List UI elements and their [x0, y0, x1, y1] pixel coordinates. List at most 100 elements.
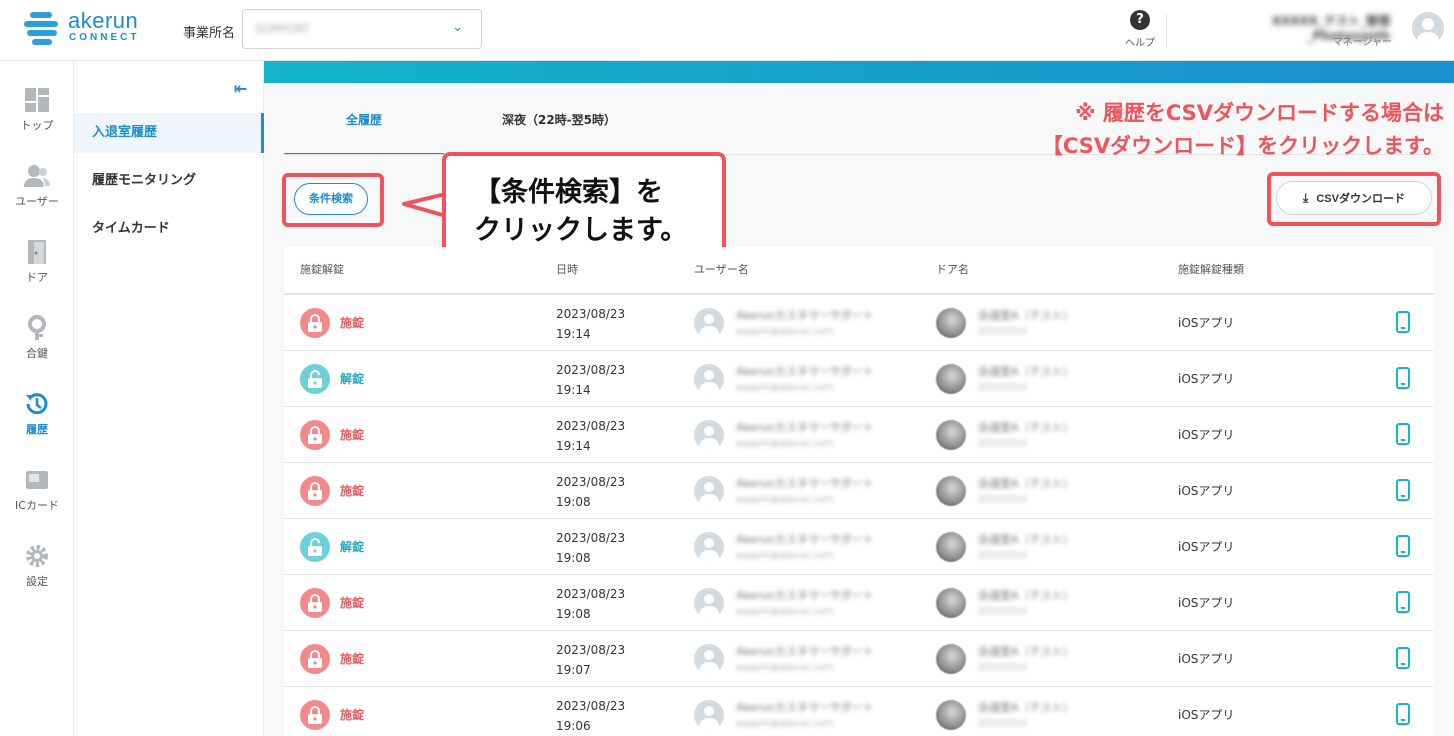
lock-kind: iOSアプリ [1178, 652, 1235, 666]
user-email-cell: support@akerun.com [736, 439, 833, 449]
lock-icon [300, 476, 330, 506]
date: 2023/08/23 [556, 475, 626, 489]
table-row[interactable]: 解錠 2023/08/23 19:14 Akerunカスタマーサポート support@… [284, 351, 1434, 407]
user-avatar [694, 364, 724, 394]
user-role: マネージャー [1332, 37, 1392, 48]
users-icon [24, 165, 50, 187]
door-image [936, 420, 966, 450]
time: 19:14 [556, 327, 591, 341]
rail-item-users[interactable]: ユーザー [0, 151, 74, 221]
rail-item-keys[interactable]: 合鍵 [0, 303, 74, 373]
smartphone-icon [1396, 367, 1410, 389]
table-row[interactable]: 施錠 2023/08/23 19:08 Akerunカスタマーサポート support@… [284, 575, 1434, 631]
download-icon: ⤓ [1303, 191, 1309, 205]
lock-kind: iOSアプリ [1178, 708, 1235, 722]
table-row[interactable]: 施錠 2023/08/23 19:08 Akerunカスタマーサポート support@… [284, 463, 1434, 519]
rail-label: ICカード [15, 499, 59, 512]
history-subnav: ⇤ 入退室履歴 履歴モニタリング タイムカード [74, 61, 264, 736]
rail-item-doors[interactable]: ドア [0, 227, 74, 297]
door-sub-cell: XXXXXXXX [978, 719, 1028, 729]
user-email-cell: support@akerun.com [736, 495, 833, 505]
akerun-logo[interactable]: akerun CONNECT [24, 8, 144, 50]
datetime: 2023/08/23 19:14 [556, 416, 625, 456]
door-name-cell: 会議室A（テスト） [978, 421, 1074, 434]
unlock-icon [300, 532, 330, 562]
user-name-cell: Akerunカスタマーサポート [736, 477, 874, 490]
door-sub-cell: XXXXXXXX [978, 663, 1028, 673]
date: 2023/08/23 [556, 531, 626, 545]
rail-item-top[interactable]: トップ [0, 75, 74, 145]
datetime: 2023/08/23 19:08 [556, 472, 625, 512]
user-name-cell: Akerunカスタマーサポート [736, 533, 874, 546]
help-icon: ? [1130, 10, 1150, 30]
help-button[interactable]: ? ヘルプ [1120, 10, 1160, 49]
lock-status: 施錠 [340, 708, 365, 722]
door-image [936, 364, 966, 394]
table-row[interactable]: 施錠 2023/08/23 19:07 Akerunカスタマーサポート support@… [284, 631, 1434, 687]
smartphone-icon [1396, 311, 1410, 333]
table-row[interactable]: 施錠 2023/08/23 19:06 Akerunカスタマーサポート support@… [284, 687, 1434, 736]
user-avatar [694, 700, 724, 730]
col-header-door: ドア名 [936, 263, 969, 276]
header-divider [1166, 14, 1167, 48]
door-sub-cell: XXXXXXXX [978, 327, 1028, 337]
datetime: 2023/08/23 19:08 [556, 528, 625, 568]
office-select[interactable]: SUPPORT ⌄ [242, 9, 482, 49]
door-name-cell: 会議室A（テスト） [978, 477, 1074, 490]
door-image [936, 588, 966, 618]
datetime: 2023/08/23 19:08 [556, 584, 625, 624]
door-image [936, 644, 966, 674]
datetime: 2023/08/23 19:14 [556, 360, 625, 400]
user-name-cell: Akerunカスタマーサポート [736, 309, 874, 322]
rail-label: トップ [20, 119, 54, 132]
datetime: 2023/08/23 19:14 [556, 304, 625, 344]
rail-item-settings[interactable]: 設定 [0, 531, 74, 601]
col-header-user: ユーザー名 [694, 263, 749, 276]
office-select-value: SUPPORT [255, 22, 311, 36]
smartphone-icon [1396, 647, 1410, 669]
door-name-cell: 会議室A（テスト） [978, 645, 1074, 658]
col-header-kind: 施錠解錠種類 [1178, 263, 1244, 276]
lock-kind: iOSアプリ [1178, 316, 1235, 330]
table-row[interactable]: 解錠 2023/08/23 19:08 Akerunカスタマーサポート support@… [284, 519, 1434, 575]
time: 19:08 [556, 495, 591, 509]
collapse-sidebar-icon[interactable]: ⇤ [234, 79, 247, 98]
lock-kind: iOSアプリ [1178, 484, 1235, 498]
subnav-item-monitoring[interactable]: 履歴モニタリング [74, 161, 264, 201]
chevron-down-icon: ⌄ [452, 20, 463, 35]
door-image [936, 308, 966, 338]
user-name-cell: Akerunカスタマーサポート [736, 421, 874, 434]
subnav-item-timecard[interactable]: タイムカード [74, 209, 264, 249]
datetime: 2023/08/23 19:06 [556, 696, 625, 736]
user-name-cell: Akerunカスタマーサポート [736, 645, 874, 658]
lock-status: 施錠 [340, 652, 365, 666]
unlock-icon [300, 364, 330, 394]
rail-label: ユーザー [15, 195, 59, 208]
col-header-lock: 施錠解錠 [300, 263, 344, 276]
top-header: akerun CONNECT 事業所名 SUPPORT ⌄ ? ヘルプ XXXX… [0, 0, 1454, 61]
user-avatar [694, 532, 724, 562]
smartphone-icon [1396, 703, 1410, 725]
time: 19:14 [556, 439, 591, 453]
csv-download-label: CSVダウンロード [1316, 193, 1405, 205]
callout-line-1: 【条件検索】を [474, 177, 663, 208]
rail-item-history[interactable]: 履歴 [0, 379, 74, 449]
table-row[interactable]: 施錠 2023/08/23 19:14 Akerunカスタマーサポート support@… [284, 295, 1434, 351]
tab-late-night[interactable]: 深夜（22時-翌5時） [464, 101, 654, 155]
logo-wordmark: akerun [68, 8, 139, 33]
main-nav-rail: トップ ユーザー ドア 合鍵 履歴 ICカード 設定 [0, 61, 74, 736]
csv-download-button[interactable]: ⤓ CSVダウンロード [1276, 181, 1432, 215]
account-avatar[interactable] [1412, 12, 1444, 44]
rail-label: ドア [26, 271, 48, 284]
rail-label: 合鍵 [26, 347, 48, 360]
filter-search-button[interactable]: 条件検索 [294, 183, 368, 215]
tab-all-history[interactable]: 全履歴 [284, 101, 444, 155]
lock-icon [300, 644, 330, 674]
door-sub-cell: XXXXXXXX [978, 439, 1028, 449]
date: 2023/08/23 [556, 699, 626, 713]
rail-item-iccard[interactable]: ICカード [0, 455, 74, 525]
table-row[interactable]: 施錠 2023/08/23 19:14 Akerunカスタマーサポート support@… [284, 407, 1434, 463]
subnav-item-access-history[interactable]: 入退室履歴 [74, 113, 264, 153]
smartphone-icon [1396, 535, 1410, 557]
rail-label: 履歴 [26, 423, 48, 436]
